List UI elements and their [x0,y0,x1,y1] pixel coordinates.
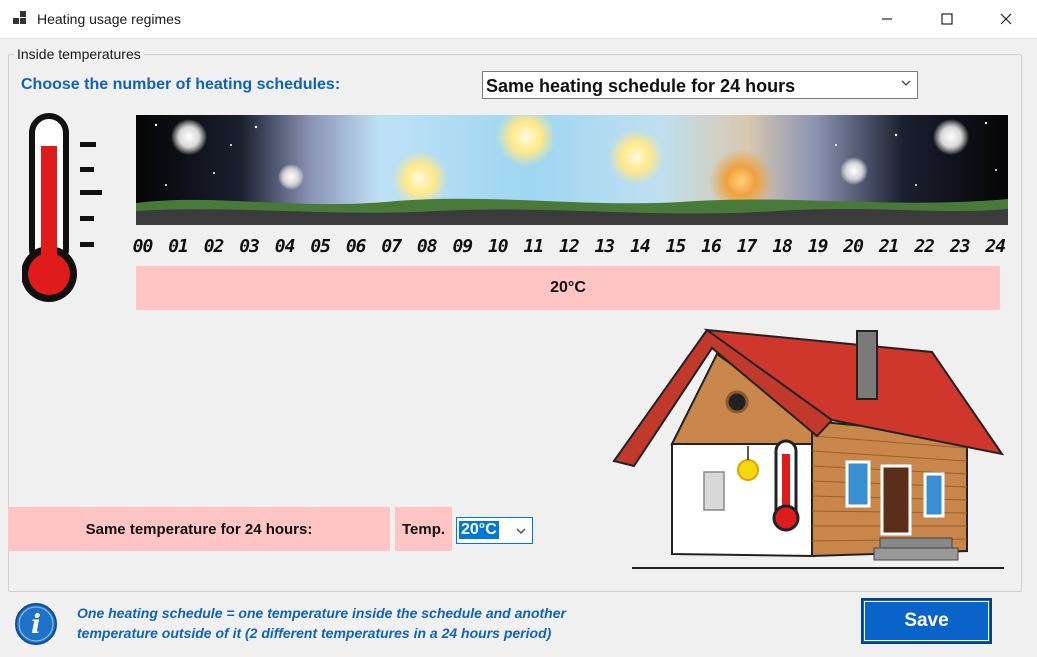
hour-label: 23 [949,236,971,257]
save-button[interactable]: Save [861,598,992,644]
same-temperature-label: Same temperature for 24 hours: [85,520,313,538]
hour-label: 08 [416,236,438,257]
close-button[interactable] [983,0,1029,38]
hour-label: 09 [452,236,473,257]
schedule-temperature-value: 20°C [550,279,586,296]
temp-label: Temp. [401,520,446,538]
hour-label: 22 [914,236,935,257]
close-icon [1000,13,1012,25]
day-night-timeline [136,115,1008,225]
hour-label: 00 [132,236,154,257]
hour-label: 04 [274,236,296,257]
temperature-value: 20°C [459,521,499,539]
maximize-button[interactable] [924,0,970,38]
title-bar: Heating usage regimes [0,0,1037,39]
hour-label: 12 [559,236,580,257]
hour-label: 20 [843,236,864,257]
hour-label: 03 [239,236,260,257]
app-icon [13,11,26,24]
hour-label: 18 [772,236,793,257]
info-text: One heating schedule = one temperature i… [77,603,637,643]
maximize-icon [941,13,953,25]
hour-label: 17 [736,236,758,257]
same-temperature-label-box: Same temperature for 24 hours: [8,507,390,551]
hour-label: 16 [701,236,722,257]
hour-label: 24 [985,236,1006,257]
schedule-count-label: Choose the number of heating schedules: [21,76,341,93]
window-title: Heating usage regimes [37,11,181,27]
chevron-down-icon [901,80,911,86]
house-icon [612,328,1004,569]
hour-label: 07 [381,236,402,257]
info-text-line: One heating schedule = one temperature i… [77,605,566,621]
hour-label: 19 [807,236,829,257]
temperature-select[interactable]: 20°C [456,517,533,544]
svg-text:i: i [31,610,41,640]
info-text-line: temperature outside of it (2 different t… [77,625,552,641]
group-label: Inside temperatures [14,46,144,62]
save-button-label: Save [904,610,949,631]
chevron-down-icon [516,528,526,534]
schedule-count-value: Same heating schedule for 24 hours [486,76,796,96]
minimize-button[interactable] [864,0,910,38]
thermometer-icon [22,113,102,302]
schedule-temperature-bar: 20°C [136,266,1000,310]
hour-label: 21 [878,236,900,257]
hour-label: 13 [594,236,616,257]
info-icon: i [15,603,57,645]
hour-label: 15 [665,236,687,257]
minimize-icon [882,18,892,20]
hour-label: 10 [487,236,509,257]
hour-label: 02 [203,236,225,257]
schedule-count-select[interactable]: Same heating schedule for 24 hours [482,71,918,99]
hour-label: 01 [168,236,189,257]
hour-label: 05 [310,236,331,257]
hour-labels: 00 01 02 03 04 05 06 07 08 09 10 11 12 1… [127,236,1011,258]
hour-label: 06 [345,236,367,257]
temp-label-box: Temp. [395,507,452,551]
hour-label: 14 [630,236,651,257]
hour-label: 11 [523,236,545,257]
